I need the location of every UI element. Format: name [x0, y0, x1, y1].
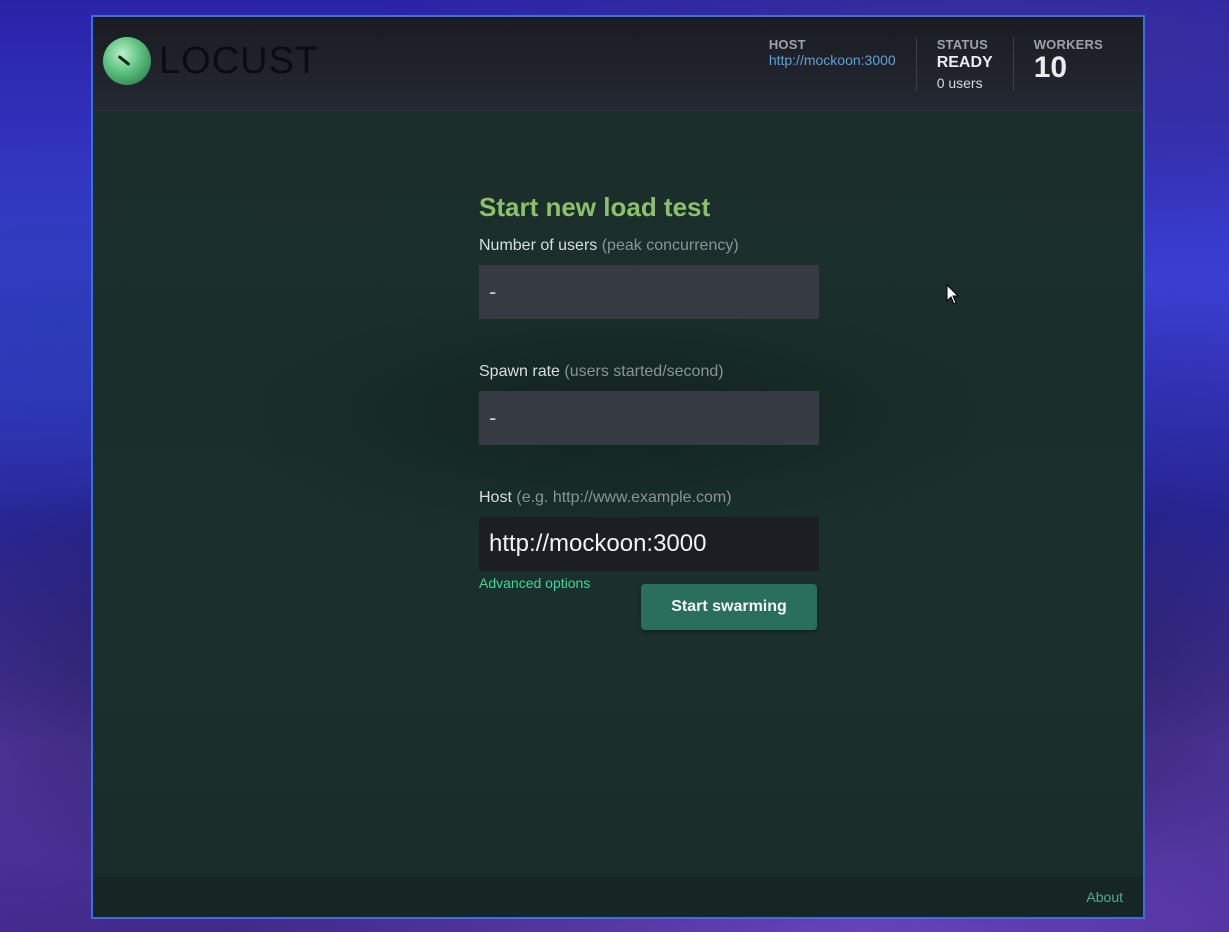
host-stat-link[interactable]: http://mockoon:3000 — [769, 52, 896, 68]
status-value: READY — [936, 54, 993, 71]
spawn-rate-input[interactable]: - — [479, 391, 819, 445]
about-link[interactable]: About — [1086, 889, 1123, 905]
footer: About — [93, 877, 1143, 917]
form-title: Start new load test — [479, 192, 711, 222]
users-label: Number of users (peak concurrency) — [479, 237, 819, 255]
host-input-value: http://mockoon:3000 — [489, 530, 707, 557]
host-input[interactable]: http://mockoon:3000 — [479, 517, 819, 571]
locust-window: LOCUST HOST http://mockoon:3000 STATUS R… — [91, 15, 1145, 919]
workers-stat: WORKERS 10 — [1012, 37, 1123, 91]
users-input-value: - — [489, 279, 497, 304]
start-swarming-button[interactable]: Start swarming — [641, 584, 817, 630]
spawn-rate-label-hint: (users started/second) — [564, 363, 724, 380]
locust-logo[interactable]: LOCUST — [103, 37, 319, 85]
mouse-cursor-icon — [946, 284, 960, 305]
start-load-test-form: Start new load test Number of users (pea… — [479, 192, 819, 630]
status-stat: STATUS READY 0 users — [915, 37, 1013, 91]
spawn-rate-label: Spawn rate (users started/second) — [479, 363, 819, 381]
users-label-text: Number of users — [479, 237, 598, 254]
host-stat: HOST http://mockoon:3000 — [749, 37, 916, 91]
status-users: 0 users — [936, 75, 983, 91]
host-stat-title: HOST — [768, 37, 806, 52]
locust-logo-icon — [103, 37, 151, 85]
host-label: Host (e.g. http://www.example.com) — [479, 489, 819, 507]
host-label-hint: (e.g. http://www.example.com) — [516, 489, 732, 506]
top-navbar: LOCUST HOST http://mockoon:3000 STATUS R… — [93, 17, 1143, 111]
users-label-hint: (peak concurrency) — [601, 237, 739, 254]
spawn-rate-label-text: Spawn rate — [479, 363, 560, 380]
workers-stat-title: WORKERS — [1033, 37, 1103, 52]
status-stat-title: STATUS — [936, 37, 988, 52]
stats-panel: HOST http://mockoon:3000 STATUS READY 0 … — [749, 37, 1123, 91]
users-input[interactable]: - — [479, 265, 819, 319]
workers-count: 10 — [1033, 51, 1068, 84]
host-label-text: Host — [479, 489, 512, 506]
logo-text: LOCUST — [159, 40, 320, 82]
spawn-rate-input-value: - — [489, 405, 497, 430]
